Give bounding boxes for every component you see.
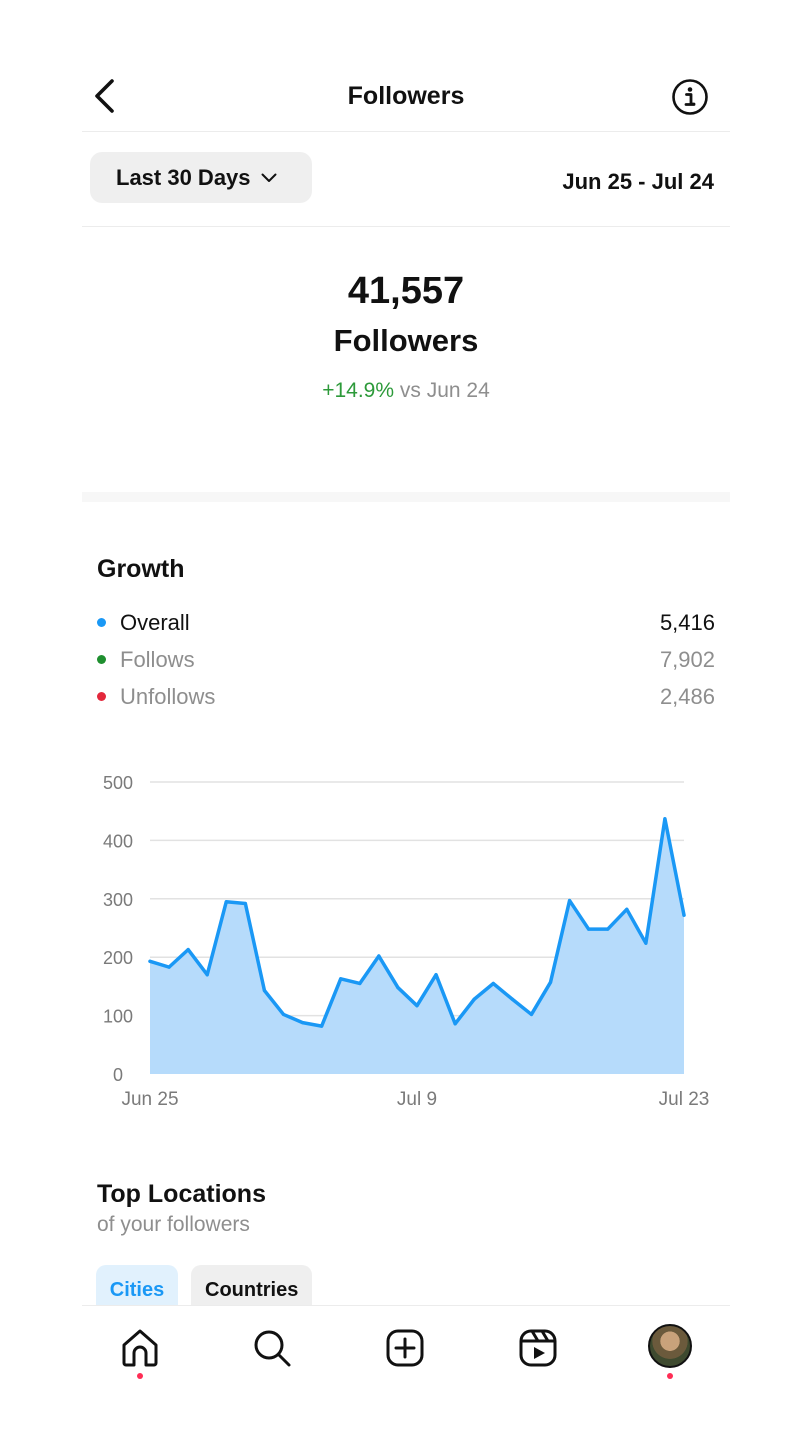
unfollows-dot bbox=[97, 692, 106, 701]
followers-label: Followers bbox=[333, 323, 479, 358]
x-tick-label: Jun 25 bbox=[121, 1089, 178, 1110]
data-point bbox=[148, 959, 152, 963]
data-point bbox=[510, 997, 514, 1001]
data-point bbox=[548, 980, 553, 984]
data-point bbox=[606, 927, 610, 931]
data-point bbox=[224, 900, 228, 904]
top-locations-section: Top Locations of your followers bbox=[97, 1180, 266, 1237]
data-point bbox=[281, 1012, 286, 1017]
data-point bbox=[415, 1004, 419, 1008]
data-point bbox=[587, 927, 591, 931]
legend-row-overall: Overall 5,416 bbox=[97, 604, 715, 641]
growth-title: Growth bbox=[97, 555, 185, 583]
data-point bbox=[377, 954, 381, 958]
data-point bbox=[205, 973, 209, 977]
info-icon[interactable] bbox=[670, 77, 710, 117]
home-notification-dot bbox=[137, 1373, 143, 1379]
data-point bbox=[472, 997, 476, 1001]
chevron-down-icon bbox=[261, 173, 277, 182]
followers-change: +14.9% vs Jun 24 bbox=[82, 379, 730, 403]
y-tick-label: 100 bbox=[103, 1007, 133, 1027]
date-range-label: Last 30 Days bbox=[116, 164, 251, 190]
change-percent: +14.9% bbox=[322, 379, 395, 402]
x-tick-label: Jul 9 bbox=[397, 1089, 437, 1110]
date-range-dropdown[interactable]: Last 30 Days bbox=[90, 152, 312, 203]
top-locations-subtitle: of your followers bbox=[97, 1213, 250, 1236]
data-point bbox=[262, 988, 267, 993]
data-point bbox=[491, 981, 495, 986]
x-tick-label: Jul 23 bbox=[659, 1089, 710, 1110]
legend-label: Follows bbox=[120, 646, 195, 672]
followers-count: 41,557 bbox=[347, 270, 465, 312]
top-locations-title: Top Locations bbox=[97, 1180, 266, 1208]
home-icon[interactable] bbox=[118, 1326, 162, 1370]
data-point bbox=[396, 985, 400, 990]
data-point bbox=[663, 817, 667, 821]
profile-notification-dot bbox=[667, 1373, 673, 1379]
create-icon[interactable] bbox=[383, 1326, 427, 1370]
y-tick-label: 400 bbox=[103, 831, 133, 851]
overall-dot bbox=[97, 618, 106, 627]
data-point bbox=[320, 1024, 324, 1028]
data-point bbox=[453, 1022, 457, 1026]
growth-legend: Overall 5,416 Follows 7,902 Unfollows 2,… bbox=[97, 604, 715, 715]
follows-dot bbox=[97, 655, 106, 664]
data-point bbox=[529, 1012, 534, 1017]
date-range-row: Last 30 Days Jun 25 - Jul 24 bbox=[82, 132, 730, 227]
y-tick-label: 500 bbox=[103, 773, 133, 793]
data-point bbox=[644, 941, 648, 945]
page-title: Followers bbox=[347, 82, 465, 110]
change-comparison: vs Jun 24 bbox=[399, 379, 490, 402]
data-point bbox=[434, 973, 438, 977]
data-point bbox=[243, 901, 247, 906]
legend-label: Overall bbox=[120, 609, 190, 635]
bottom-nav bbox=[82, 1305, 730, 1440]
data-point bbox=[300, 1021, 305, 1025]
data-point bbox=[167, 965, 171, 969]
section-divider bbox=[82, 492, 730, 502]
legend-value: 5,416 bbox=[659, 609, 715, 635]
legend-row-unfollows: Unfollows 2,486 bbox=[97, 678, 715, 715]
series-area bbox=[150, 818, 684, 1074]
header-bar: Followers bbox=[82, 62, 730, 132]
followers-summary: 41,557 Followers +14.9% vs Jun 24 bbox=[82, 270, 730, 403]
data-point bbox=[567, 898, 572, 903]
date-range-text: Jun 25 - Jul 24 bbox=[562, 169, 714, 194]
legend-value: 7,902 bbox=[659, 646, 715, 672]
data-point bbox=[358, 981, 362, 986]
legend-value: 2,486 bbox=[659, 683, 715, 709]
legend-row-follows: Follows 7,902 bbox=[97, 641, 715, 678]
profile-avatar[interactable] bbox=[648, 1324, 692, 1368]
data-point bbox=[339, 977, 343, 981]
y-tick-label: 0 bbox=[113, 1065, 123, 1085]
search-icon[interactable] bbox=[250, 1326, 294, 1370]
data-point bbox=[682, 913, 686, 917]
data-point bbox=[186, 948, 190, 952]
y-tick-label: 300 bbox=[103, 890, 133, 910]
legend-label: Unfollows bbox=[120, 683, 216, 709]
reels-icon[interactable] bbox=[516, 1326, 560, 1370]
growth-chart: 0 100 200 300 400 500 Jun 25 Jul 9 Jul 23 bbox=[103, 773, 710, 1110]
data-point bbox=[625, 907, 629, 911]
y-tick-label: 200 bbox=[103, 948, 133, 968]
